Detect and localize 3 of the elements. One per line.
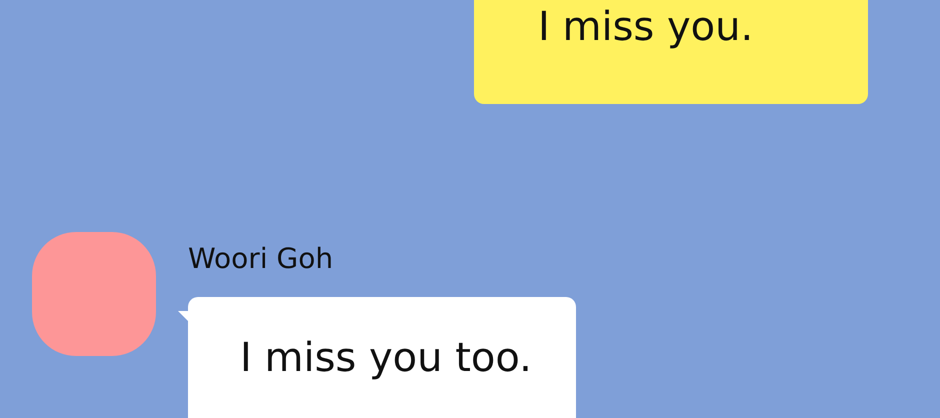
message-text: I miss you too. [240,335,532,381]
sender-name: Woori Goh [188,242,334,275]
message-text: I miss you. [538,4,754,50]
